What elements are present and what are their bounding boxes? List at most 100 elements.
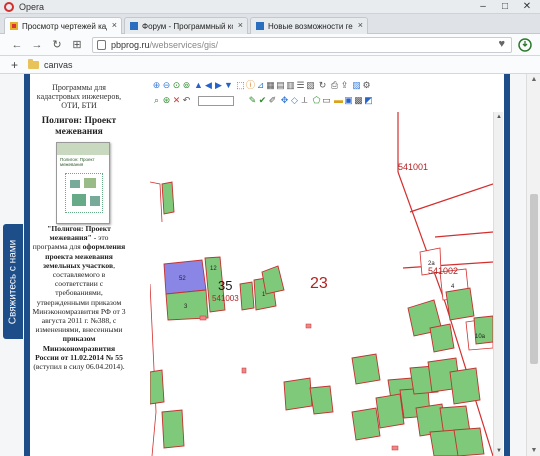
cover-figure: [65, 173, 103, 213]
check-icon[interactable]: ✔: [258, 96, 267, 105]
list-icon[interactable]: ☰: [296, 81, 305, 90]
sidebar-intro[interactable]: Программы для кадастровых инженеров, ОТИ…: [32, 83, 126, 110]
add-bookmark-icon[interactable]: +: [11, 58, 18, 72]
parcel-left-bottom[interactable]: [161, 409, 185, 449]
forward-icon[interactable]: →: [30, 38, 44, 52]
parcel-label-2a: 2а: [428, 261, 435, 267]
vertex-icon[interactable]: ◇: [290, 96, 299, 105]
draw-icon[interactable]: ✐: [268, 96, 277, 105]
pan-up-icon[interactable]: ▲: [194, 81, 203, 90]
attribute-icon[interactable]: ▧: [306, 81, 315, 90]
parcel-small-1[interactable]: [239, 281, 255, 311]
url-path: /webservices/gis/: [149, 40, 219, 50]
tab-new-features[interactable]: Новые возможности гео ×: [250, 17, 368, 34]
bookmark-heart-icon[interactable]: ♥: [498, 38, 505, 50]
undo-icon[interactable]: ↶: [182, 96, 191, 105]
page-favicon-icon: [130, 22, 138, 30]
find-parcel-icon[interactable]: ⊛: [162, 96, 171, 105]
quarter-label-541002: 541002: [428, 266, 458, 276]
image-icon[interactable]: ▩: [354, 96, 363, 105]
scale-select[interactable]: [198, 96, 234, 106]
parcel-right-8[interactable]: [453, 427, 485, 456]
tab-close-icon[interactable]: ×: [112, 20, 117, 30]
grid-icon[interactable]: ▦: [266, 81, 275, 90]
parcel-mid-5[interactable]: [375, 393, 405, 429]
parcel-lower-2[interactable]: [309, 385, 334, 415]
move-icon[interactable]: ✥: [280, 96, 289, 105]
open-icon[interactable]: ▭: [322, 96, 331, 105]
product-cover-image[interactable]: Полигон: Проект межевания: [56, 142, 110, 224]
desc-text-2: , составляемого в соответствии с требова…: [32, 260, 126, 335]
scroll-up-icon[interactable]: ▲: [495, 114, 503, 120]
parcel-mid-4[interactable]: [351, 407, 381, 441]
scroll-down-icon[interactable]: ▼: [495, 448, 503, 454]
refresh-icon[interactable]: ↻: [318, 81, 327, 90]
zoom-window-icon[interactable]: ⊚: [182, 81, 191, 90]
page-favicon-icon: [10, 22, 18, 30]
print-icon[interactable]: ⎙: [330, 81, 339, 90]
product-title[interactable]: Полигон: Проект межевания: [32, 116, 126, 138]
polygon-icon[interactable]: ⬠: [312, 96, 321, 105]
parcel-right-1[interactable]: [429, 323, 455, 353]
tab-bar: Просмотр чертежей кадастров × Форум - Пр…: [0, 14, 540, 44]
tab-forum[interactable]: Форум - Программный ко ×: [124, 17, 248, 34]
info-icon[interactable]: ⓘ: [246, 81, 255, 90]
pan-left-icon[interactable]: ◀: [204, 81, 213, 90]
quarter-label-541003: 541003: [212, 294, 239, 303]
measure-icon[interactable]: ⊿: [256, 81, 265, 90]
page-scroll-down-icon[interactable]: ▼: [527, 447, 540, 454]
export-icon[interactable]: ⇪: [340, 81, 349, 90]
parcel-mid-1[interactable]: [351, 353, 381, 385]
save-as-icon[interactable]: ◩: [364, 96, 373, 105]
page-scrollbar[interactable]: ▲ ▼: [526, 74, 540, 456]
page-scroll-up-icon[interactable]: ▲: [527, 76, 540, 83]
desc-bold-3: приказом Минэкономразвития России от 11.…: [35, 334, 123, 362]
tab-close-icon[interactable]: ×: [358, 20, 363, 30]
contact-us-tab[interactable]: Свяжитесь с нами: [3, 224, 23, 339]
address-bar[interactable]: pbprog.ru/webservices/gis/ ♥: [92, 37, 512, 53]
zoom-extent-icon[interactable]: ⊙: [172, 81, 181, 90]
pan-down-icon[interactable]: ▼: [224, 81, 233, 90]
page-scroll-thumb[interactable]: [530, 194, 538, 364]
parcel-right-2[interactable]: [445, 287, 475, 321]
block-label-23: 23: [310, 275, 328, 292]
parcel-left-top[interactable]: [161, 181, 175, 215]
pan-right-icon[interactable]: ▶: [214, 81, 223, 90]
settings-icon[interactable]: ⚙: [362, 81, 371, 90]
edit-icon[interactable]: ✎: [248, 96, 257, 105]
close-icon[interactable]: ✕: [518, 0, 536, 14]
folder-open-icon[interactable]: ▬: [334, 96, 343, 105]
cadastral-map[interactable]: 541001 541002 541003 23 35 52 3 12 1 2а …: [150, 112, 493, 456]
tab-label: Новые возможности гео: [268, 22, 353, 31]
opera-turbo-icon[interactable]: [518, 38, 532, 52]
product-sidebar: Программы для кадастровых инженеров, ОТИ…: [30, 74, 128, 456]
maximize-icon[interactable]: □: [496, 0, 514, 14]
search-icon[interactable]: ⌕: [152, 96, 161, 105]
map-scrollbar[interactable]: ▲ ▼: [493, 112, 503, 456]
reload-icon[interactable]: ↻: [50, 38, 64, 52]
table-icon[interactable]: ▥: [286, 81, 295, 90]
tab-cadastral-viewer[interactable]: Просмотр чертежей кадастров ×: [4, 17, 122, 34]
parcel-lower-1[interactable]: [283, 377, 313, 411]
quarter-label-541001: 541001: [398, 162, 428, 172]
split-icon[interactable]: ⟂: [300, 96, 309, 105]
window-titlebar: Opera – □ ✕: [0, 0, 540, 14]
zoom-out-icon[interactable]: ⊖: [162, 81, 171, 90]
select-icon[interactable]: ⬚: [236, 81, 245, 90]
block-label-35: 35: [218, 278, 232, 293]
minimize-icon[interactable]: –: [474, 0, 492, 14]
back-icon[interactable]: ←: [10, 38, 24, 52]
zoom-in-icon[interactable]: ⊕: [152, 81, 161, 90]
save-icon[interactable]: ▣: [344, 96, 353, 105]
layers-icon[interactable]: ▤: [276, 81, 285, 90]
bookmark-canvas[interactable]: canvas: [44, 60, 73, 70]
delete-icon[interactable]: ✕: [172, 96, 181, 105]
navigation-bar: ← → ↻ ⊞ pbprog.ru/webservices/gis/ ♥: [0, 34, 540, 56]
chart-icon[interactable]: ▨: [352, 81, 361, 90]
parcel-right-4[interactable]: [449, 367, 481, 405]
tab-close-icon[interactable]: ×: [238, 20, 243, 30]
parcel-left-lower[interactable]: [150, 369, 165, 405]
speed-dial-icon[interactable]: ⊞: [70, 38, 84, 52]
tab-label: Форум - Программный ко: [142, 22, 233, 31]
page-info-icon[interactable]: [97, 40, 106, 50]
